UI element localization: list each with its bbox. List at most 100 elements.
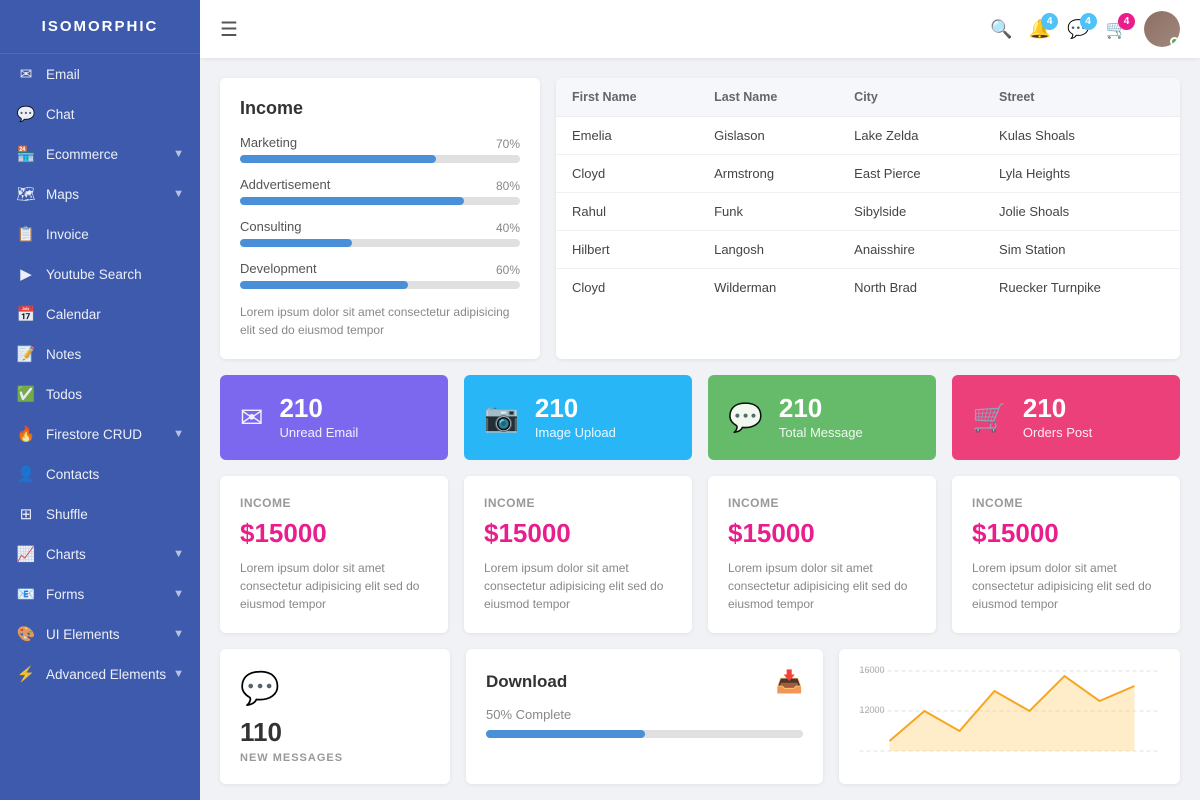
invoice-icon: 📋 — [16, 225, 36, 243]
table-cell: Lyla Heights — [983, 155, 1180, 193]
income-sm-desc-1: Lorem ipsum dolor sit amet consectetur a… — [484, 559, 672, 613]
table-cell: Funk — [698, 193, 838, 231]
topnav: ☰ 🔍 🔔 4 💬 4 🛒 4 — [200, 0, 1200, 58]
sidebar-label-charts: Charts — [46, 547, 86, 562]
table-cell: Hilbert — [556, 231, 698, 269]
shuffle-icon: ⊞ — [16, 505, 36, 523]
table-cell: North Brad — [838, 269, 983, 307]
income-sm-desc-2: Lorem ipsum dolor sit amet consectetur a… — [728, 559, 916, 613]
stat-number-orders-post: 210 — [1023, 395, 1092, 421]
sidebar-item-todos[interactable]: ✅ Todos — [0, 374, 200, 414]
income-sm-label-0: INCOME — [240, 496, 428, 510]
sidebar-item-calendar[interactable]: 📅 Calendar — [0, 294, 200, 334]
sidebar-label-chat: Chat — [46, 107, 75, 122]
messages-icon[interactable]: 💬 4 — [1067, 19, 1089, 40]
sidebar-item-maps[interactable]: 🗺 Maps ▼ — [0, 174, 200, 214]
stat-label-total-message: Total Message — [779, 425, 863, 440]
sidebar-item-youtube-search[interactable]: ▶ Youtube Search — [0, 254, 200, 294]
sidebar-label-forms: Forms — [46, 587, 84, 602]
stat-card-image-upload[interactable]: 📷 210 Image Upload — [464, 375, 692, 460]
income-sm-amount-3: $15000 — [972, 518, 1160, 549]
table-cell: Kulas Shoals — [983, 117, 1180, 155]
stat-icon-unread-email: ✉ — [240, 401, 263, 434]
table-column-header: First Name — [556, 78, 698, 117]
progress-bar-fill — [240, 281, 408, 289]
table-cell: Armstrong — [698, 155, 838, 193]
sidebar-item-chat[interactable]: 💬 Chat — [0, 94, 200, 134]
messages-widget-number: 110 — [240, 717, 430, 748]
notifications-icon[interactable]: 🔔 4 — [1029, 19, 1051, 40]
search-icon[interactable]: 🔍 — [990, 19, 1012, 40]
income-sm-amount-1: $15000 — [484, 518, 672, 549]
table-row: HilbertLangoshAnaisshireSim Station — [556, 231, 1180, 269]
sidebar-item-shuffle[interactable]: ⊞ Shuffle — [0, 494, 200, 534]
ecommerce-icon: 🏪 — [16, 145, 36, 163]
download-pct-label: 50% Complete — [486, 707, 803, 722]
table-cell: Cloyd — [556, 269, 698, 307]
sidebar-label-email: Email — [46, 67, 80, 82]
sidebar-label-notes: Notes — [46, 347, 81, 362]
progress-label: Development — [240, 261, 520, 276]
table-cell: Sim Station — [983, 231, 1180, 269]
sidebar-item-charts[interactable]: 📈 Charts ▼ — [0, 534, 200, 574]
cart-icon[interactable]: 🛒 4 — [1106, 19, 1128, 40]
sidebar-label-invoice: Invoice — [46, 227, 89, 242]
chevron-ui-elements: ▼ — [173, 628, 184, 640]
hamburger-icon[interactable]: ☰ — [220, 17, 238, 42]
row-1: Income Marketing 70% Addvertisement 80% … — [220, 78, 1180, 359]
notifications-badge: 4 — [1041, 13, 1058, 30]
user-avatar[interactable] — [1144, 11, 1180, 47]
firestore-crud-icon: 🔥 — [16, 425, 36, 443]
contacts-icon: 👤 — [16, 465, 36, 483]
download-bar-fill — [486, 730, 645, 738]
todos-icon: ✅ — [16, 385, 36, 403]
sidebar-item-contacts[interactable]: 👤 Contacts — [0, 454, 200, 494]
stat-cards-row: ✉ 210 Unread Email 📷 210 Image Upload 💬 … — [220, 375, 1180, 460]
progress-label: Marketing — [240, 135, 520, 150]
progress-pct: 60% — [496, 263, 520, 277]
sidebar-label-ui-elements: UI Elements — [46, 627, 120, 642]
stat-label-image-upload: Image Upload — [535, 425, 616, 440]
stat-number-total-message: 210 — [779, 395, 863, 421]
sidebar-item-forms[interactable]: 📧 Forms ▼ — [0, 574, 200, 614]
chevron-maps: ▼ — [173, 188, 184, 200]
table-cell: Emelia — [556, 117, 698, 155]
sidebar-item-invoice[interactable]: 📋 Invoice — [0, 214, 200, 254]
stat-number-image-upload: 210 — [535, 395, 616, 421]
stat-card-unread-email[interactable]: ✉ 210 Unread Email — [220, 375, 448, 460]
sidebar-item-advanced-elements[interactable]: ⚡ Advanced Elements ▼ — [0, 654, 200, 694]
sidebar-item-firestore-crud[interactable]: 🔥 Firestore CRUD ▼ — [0, 414, 200, 454]
online-dot — [1170, 37, 1179, 46]
income-sm-amount-2: $15000 — [728, 518, 916, 549]
download-widget: Download 📥 50% Complete — [466, 649, 823, 784]
progress-label: Consulting — [240, 219, 520, 234]
sidebar-item-notes[interactable]: 📝 Notes — [0, 334, 200, 374]
sidebar-label-maps: Maps — [46, 187, 79, 202]
bottom-row: 💬 110 NEW MESSAGES Download 📥 50% Comple… — [220, 649, 1180, 784]
stat-number-unread-email: 210 — [279, 395, 358, 421]
chevron-firestore-crud: ▼ — [173, 428, 184, 440]
table-column-header: City — [838, 78, 983, 117]
forms-icon: 📧 — [16, 585, 36, 603]
income-sm-desc-3: Lorem ipsum dolor sit amet consectetur a… — [972, 559, 1160, 613]
progress-item: Consulting 40% — [240, 219, 520, 247]
table-column-header: Last Name — [698, 78, 838, 117]
sidebar-item-ecommerce[interactable]: 🏪 Ecommerce ▼ — [0, 134, 200, 174]
sidebar-label-contacts: Contacts — [46, 467, 99, 482]
sidebar-item-email[interactable]: ✉ Email — [0, 54, 200, 94]
table-cell: Wilderman — [698, 269, 838, 307]
stat-icon-image-upload: 📷 — [484, 401, 519, 434]
stat-card-total-message[interactable]: 💬 210 Total Message — [708, 375, 936, 460]
stat-card-orders-post[interactable]: 🛒 210 Orders Post — [952, 375, 1180, 460]
download-icon[interactable]: 📥 — [776, 669, 803, 695]
messages-widget-label: NEW MESSAGES — [240, 752, 430, 764]
table-column-header: Street — [983, 78, 1180, 117]
data-table-card: First NameLast NameCityStreet EmeliaGisl… — [556, 78, 1180, 359]
sidebar-label-todos: Todos — [46, 387, 82, 402]
sidebar-item-ui-elements[interactable]: 🎨 UI Elements ▼ — [0, 614, 200, 654]
progress-bar-bg: 40% — [240, 239, 520, 247]
progress-bar-fill — [240, 155, 436, 163]
income-sm-amount-0: $15000 — [240, 518, 428, 549]
table-row: CloydArmstrongEast PierceLyla Heights — [556, 155, 1180, 193]
chart-svg: 16000 12000 — [851, 661, 1168, 761]
